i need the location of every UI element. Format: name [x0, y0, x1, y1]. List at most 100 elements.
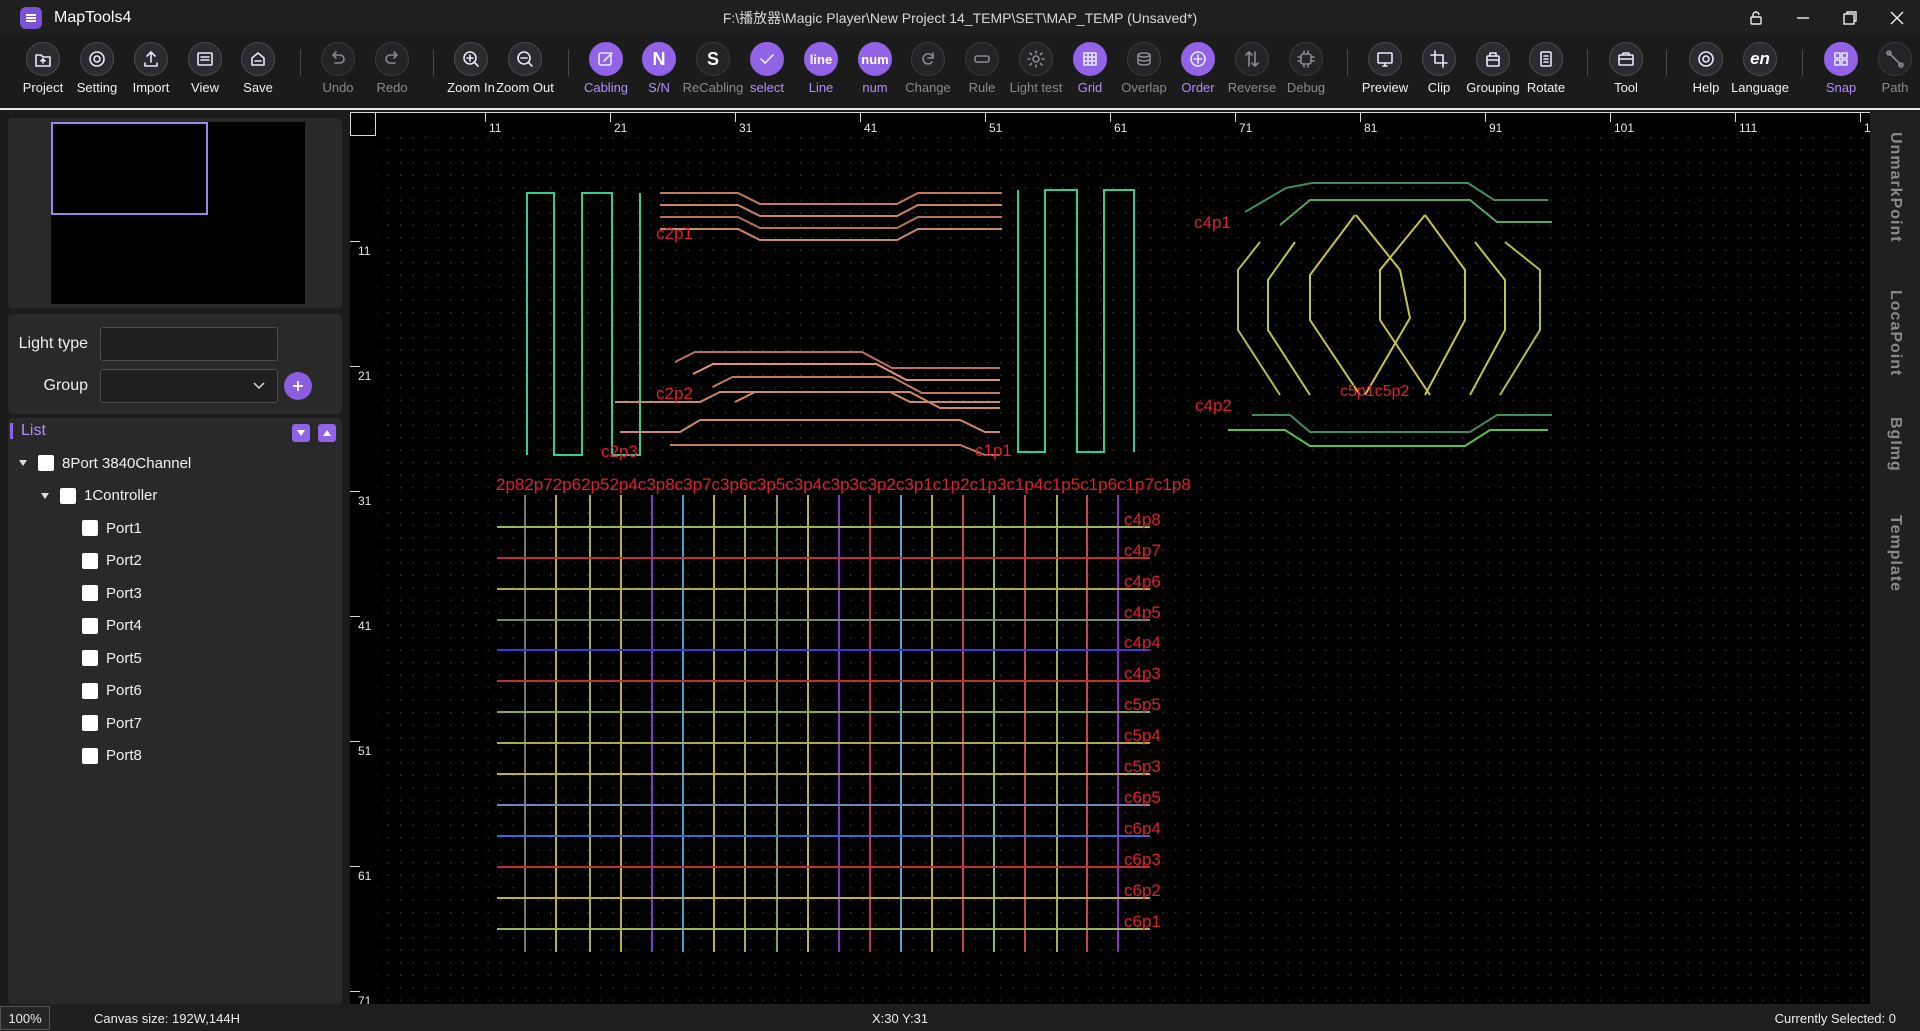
ruler-top-label: 101 [1614, 121, 1635, 135]
toolbar-separator [433, 50, 434, 76]
expand-arrow-icon[interactable] [40, 491, 50, 501]
tree-item-controller[interactable]: 1Controller [40, 483, 157, 509]
light-type-input[interactable] [100, 327, 278, 361]
navigator-preview[interactable] [51, 122, 305, 304]
toolbar-import-button[interactable]: Import [122, 42, 180, 108]
toolbar-project-button[interactable]: Project [14, 42, 72, 108]
map-drawing[interactable] [350, 112, 1870, 1004]
side-tab-unmarkpoint[interactable]: UnmarkPoint [1870, 132, 1920, 243]
tree-item-port[interactable]: Port4 [82, 613, 142, 639]
tree-checkbox[interactable] [82, 617, 98, 634]
tree-item-label: 1Controller [84, 487, 158, 504]
tree-checkbox[interactable] [82, 585, 98, 601]
map-canvas[interactable]: 11 21 31 41 51 61 71 81 91 101 111 1 11 21 31 41 51 61 71… [350, 112, 1870, 1004]
side-tab-locapoint[interactable]: LocaPoint [1870, 290, 1920, 376]
app-window: MapTools4 F:\播放器\Magic Player\New Projec… [0, 0, 1920, 1031]
ruler-tick [350, 491, 360, 492]
tree-checkbox[interactable] [82, 552, 98, 569]
tree-item-label: Port6 [106, 682, 142, 699]
toolbar-change-button[interactable]: Change [899, 42, 957, 108]
toolbar-line-button[interactable]: line Line [792, 42, 850, 108]
toolbar-num-button[interactable]: num num [846, 42, 904, 108]
path-icon [1878, 42, 1912, 76]
tree-item-root[interactable]: 8Port 3840Channel [18, 450, 191, 476]
tree-checkbox[interactable] [82, 747, 98, 764]
ruler-tick [1610, 112, 1611, 122]
toolbar-grid-button[interactable]: Grid [1061, 42, 1119, 108]
recabling-icon: S [696, 42, 730, 76]
toolbar-label: Setting [76, 80, 118, 95]
toolbar-zoom-out-button[interactable]: Zoom Out [496, 42, 554, 108]
toolbar-help-button[interactable]: Help [1677, 42, 1735, 108]
toolbar-reverse-button[interactable]: Reverse [1223, 42, 1281, 108]
layers-icon [1127, 42, 1161, 76]
lock-button[interactable] [1732, 0, 1779, 36]
navigator-panel [8, 118, 342, 308]
tree-checkbox[interactable] [82, 520, 98, 536]
side-tab-bgimg[interactable]: BgImg [1870, 417, 1920, 472]
toolbar-recabling-button[interactable]: S ReCabling [683, 42, 743, 108]
toolbar-redo-button[interactable]: Redo [363, 42, 421, 108]
ruler-tick [985, 112, 986, 122]
toolbar-order-button[interactable]: Order [1169, 42, 1227, 108]
zoom-level[interactable]: 100% [0, 1006, 50, 1030]
cursor-position: X:30 Y:31 [872, 1011, 929, 1026]
tree-item-port[interactable]: Port3 [82, 580, 142, 606]
navigator-viewport[interactable] [51, 122, 208, 215]
add-group-button[interactable] [284, 372, 312, 400]
tree-checkbox[interactable] [82, 715, 98, 731]
minimize-button[interactable] [1779, 0, 1826, 36]
toolbar-undo-button[interactable]: Undo [309, 42, 367, 108]
maximize-button[interactable] [1826, 0, 1873, 36]
canvas-dot-grid[interactable] [376, 136, 1870, 1004]
tree-checkbox[interactable] [60, 487, 76, 504]
left-panel: Light type Group List 8Port 3840Channel … [0, 112, 348, 1004]
tree-item-port[interactable]: Port5 [82, 645, 142, 671]
reverse-icon [1235, 42, 1269, 76]
tree-checkbox[interactable] [82, 682, 98, 699]
toolbar-preview-button[interactable]: Preview [1356, 42, 1414, 108]
toolbar-rule-button[interactable]: Rule [953, 42, 1011, 108]
window-title: F:\播放器\Magic Player\New Project 14_TEMP\… [722, 10, 1198, 26]
ruler-tick [1485, 112, 1486, 122]
list-title: List [21, 422, 46, 439]
toolbar-clip-button[interactable]: Clip [1410, 42, 1468, 108]
toolbar-overlap-button[interactable]: Overlap [1115, 42, 1173, 108]
close-button[interactable] [1873, 0, 1920, 36]
ruler-tick [350, 991, 360, 992]
tree-checkbox[interactable] [82, 650, 98, 666]
expand-arrow-icon[interactable] [18, 458, 28, 468]
grid-icon [1073, 42, 1107, 76]
toolbar-setting-button[interactable]: Setting [68, 42, 126, 108]
tree-item-port[interactable]: Port1 [82, 515, 142, 541]
expand-all-button[interactable] [292, 424, 310, 442]
collapse-all-button[interactable] [318, 424, 336, 442]
side-tab-template[interactable]: Template [1870, 515, 1920, 592]
toolbar-language-button[interactable]: en Language [1731, 42, 1789, 108]
tree-checkbox[interactable] [38, 455, 54, 471]
toolbar-light-test-button[interactable]: Light test [1007, 42, 1065, 108]
upload-icon [134, 42, 168, 76]
tree-item-port[interactable]: Port6 [82, 678, 142, 704]
toolbar-tool-button[interactable]: Tool [1597, 42, 1655, 108]
app-logo-icon [20, 7, 42, 29]
toolbar-cabling-button[interactable]: Cabling [577, 42, 635, 108]
group-select[interactable] [100, 369, 278, 403]
tree-item-port[interactable]: Port2 [82, 548, 142, 574]
toolbar-path-button[interactable]: Path [1866, 42, 1920, 108]
tree-item-label: Port8 [106, 747, 142, 764]
toolbar-rotate-button[interactable]: Rotate [1517, 42, 1575, 108]
tree-item-port[interactable]: Port8 [82, 743, 142, 769]
toolbar-snap-button[interactable]: Snap [1812, 42, 1870, 108]
toolbar-grouping-button[interactable]: Grouping [1464, 42, 1522, 108]
toolbar-label: Undo [322, 80, 354, 95]
toolbar-s-n-button[interactable]: N S/N [630, 42, 688, 108]
ruler-tick [485, 112, 486, 122]
tree-item-port[interactable]: Port7 [82, 710, 142, 736]
toolbar-view-button[interactable]: View [176, 42, 234, 108]
main-toolbar: Project Setting Import View Save Undo Redo Zoom… [0, 36, 1920, 110]
toolbar-debug-button[interactable]: Debug [1277, 42, 1335, 108]
toolbar-zoom-in-button[interactable]: Zoom In [442, 42, 500, 108]
toolbar-select-button[interactable]: select [738, 42, 796, 108]
toolbar-save-button[interactable]: Save [229, 42, 287, 108]
